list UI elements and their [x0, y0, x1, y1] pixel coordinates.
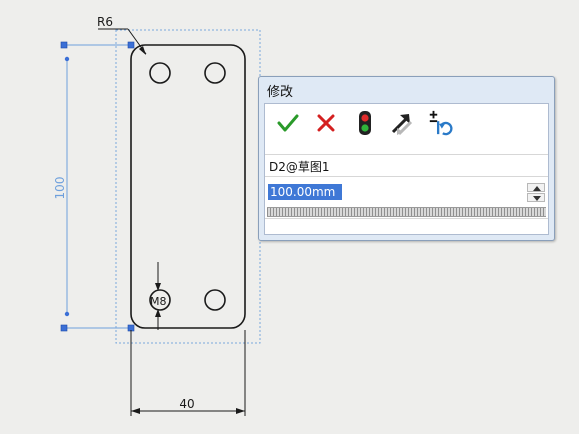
radius-arrowhead	[139, 46, 146, 55]
reset-increment-button[interactable]	[427, 110, 453, 136]
selection-box	[115, 29, 261, 344]
traffic-light-icon	[359, 111, 371, 135]
hole-dim-label[interactable]: M8	[150, 295, 167, 308]
checkmark-icon	[277, 114, 299, 132]
spin-down-button[interactable]	[527, 193, 545, 202]
rebuild-button[interactable]	[352, 110, 378, 136]
dialog-footer	[265, 218, 548, 235]
vdim-endpoint-bottom	[64, 311, 70, 317]
radius-dim-label[interactable]: R6	[97, 15, 113, 29]
hole-top-left[interactable]	[149, 62, 171, 84]
spin-up-button[interactable]	[527, 183, 545, 192]
confirm-button[interactable]	[275, 110, 301, 136]
cancel-button[interactable]	[313, 110, 339, 136]
vertical-dim-label[interactable]: 100	[53, 177, 67, 200]
spin-up-icon	[533, 186, 541, 191]
dimension-name: D2@草图1	[269, 160, 330, 174]
plusminus-reset-icon	[429, 110, 453, 136]
value-row: 100.00mm	[265, 180, 548, 204]
reverse-arrow-icon	[391, 114, 413, 136]
value-thumbwheel[interactable]	[267, 207, 546, 217]
dimension-name-row: D2@草图1	[265, 154, 548, 177]
plate-outline[interactable]	[130, 44, 246, 329]
vdim-endpoint-top	[64, 56, 70, 62]
handle-top-right[interactable]	[127, 41, 135, 49]
reverse-direction-button[interactable]	[389, 110, 415, 136]
close-icon	[317, 114, 335, 132]
dimension-value-input[interactable]: 100.00mm	[270, 185, 335, 199]
handle-bottom-left[interactable]	[60, 324, 68, 332]
spin-down-icon	[533, 196, 541, 201]
hdim-arrow-right	[236, 408, 245, 414]
hdim-arrow-left	[131, 408, 140, 414]
dialog-title: 修改	[267, 85, 294, 100]
handle-top-left[interactable]	[60, 41, 68, 49]
modify-dialog[interactable]: 修改 D2@草图1 100.00mm	[258, 76, 555, 241]
dialog-toolbar	[265, 104, 548, 142]
value-spinner	[527, 183, 545, 203]
hole-bottom-right[interactable]	[204, 289, 226, 311]
dialog-body: D2@草图1 100.00mm	[264, 103, 549, 235]
horizontal-dim-label[interactable]: 40	[179, 397, 194, 411]
hole-top-right[interactable]	[204, 62, 226, 84]
